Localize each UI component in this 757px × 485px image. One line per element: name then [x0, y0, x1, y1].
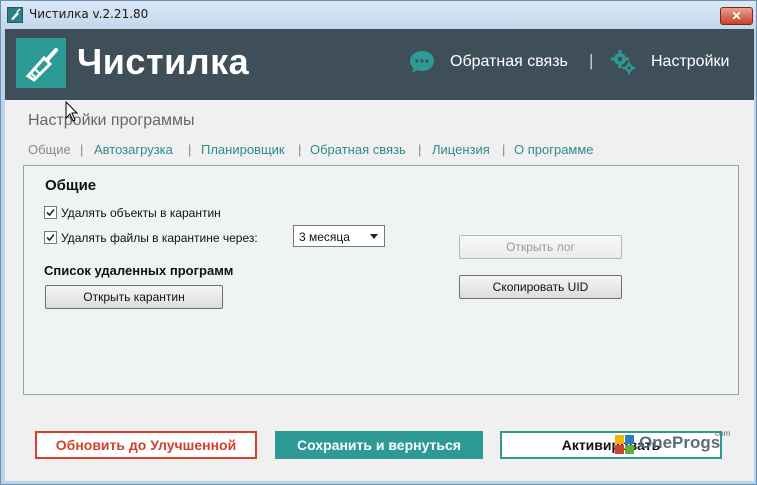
mouse-cursor-icon	[65, 101, 79, 122]
tab-separator: |	[418, 142, 422, 157]
watermark-square	[625, 435, 634, 444]
page-title: Настройки программы	[28, 112, 195, 129]
chat-bubble-icon[interactable]	[409, 49, 435, 75]
header-separator: |	[589, 51, 594, 70]
tab-separator: |	[188, 142, 192, 157]
gear-icon[interactable]	[610, 49, 636, 75]
tab-separator: |	[298, 142, 302, 157]
client-area: Чистилка Обратная связь | Настройки Наст…	[5, 29, 754, 481]
checkmark-icon	[46, 208, 55, 217]
logo-text: Чистилка	[77, 41, 250, 82]
broom-icon	[16, 38, 66, 88]
window-title: Чистилка v.2.21.80	[29, 7, 149, 21]
copy-uid-button[interactable]: Скопировать UID	[459, 275, 622, 299]
app-broom-icon	[7, 7, 23, 23]
upgrade-button[interactable]: Обновить до Улучшенной	[35, 431, 257, 459]
tab-general[interactable]: Общие	[28, 142, 71, 157]
tab-scheduler[interactable]: Планировщик	[201, 142, 285, 157]
chevron-down-icon	[370, 234, 378, 239]
settings-link[interactable]: Настройки	[651, 53, 729, 71]
removed-programs-title: Список удаленных программ	[44, 263, 234, 278]
close-button[interactable]: ✕	[720, 7, 753, 25]
tab-feedback[interactable]: Обратная связь	[310, 142, 406, 157]
title-bar[interactable]: Чистилка v.2.21.80 ✕	[1, 1, 756, 29]
app-header: Чистилка Обратная связь | Настройки	[5, 29, 754, 100]
delete-files-checkbox-label[interactable]: Удалять файлы в карантине через:	[61, 231, 258, 245]
delete-files-checkbox[interactable]	[44, 231, 57, 244]
watermark-logo: OneProgs com	[615, 429, 731, 459]
watermark-suffix: com	[715, 429, 731, 438]
checkmark-icon	[46, 233, 55, 242]
tab-license[interactable]: Лицензия	[432, 142, 490, 157]
tab-autostart[interactable]: Автозагрузка	[94, 142, 173, 157]
watermark-square	[625, 445, 634, 454]
period-select-value: 3 месяца	[299, 230, 350, 244]
quarantine-checkbox[interactable]	[44, 206, 57, 219]
feedback-link[interactable]: Обратная связь	[450, 53, 568, 71]
watermark-square	[615, 435, 624, 444]
panel-title: Общие	[45, 177, 97, 194]
period-select[interactable]: 3 месяца	[293, 225, 385, 247]
quarantine-checkbox-label[interactable]: Удалять объекты в карантин	[61, 206, 221, 220]
watermark-text: OneProgs	[639, 433, 721, 452]
watermark-square	[615, 445, 624, 454]
general-settings-panel: Общие Удалять объекты в карантин Удалять…	[23, 165, 739, 395]
tab-separator: |	[502, 142, 506, 157]
open-quarantine-button[interactable]: Открыть карантин	[45, 285, 223, 309]
tab-separator: |	[80, 142, 84, 157]
open-log-button[interactable]: Открыть лог	[459, 235, 622, 259]
tab-about[interactable]: О программе	[514, 142, 594, 157]
app-window: Чистилка v.2.21.80 ✕ Чистилка Обратная с…	[0, 0, 757, 485]
save-and-return-button[interactable]: Сохранить и вернуться	[275, 431, 483, 459]
